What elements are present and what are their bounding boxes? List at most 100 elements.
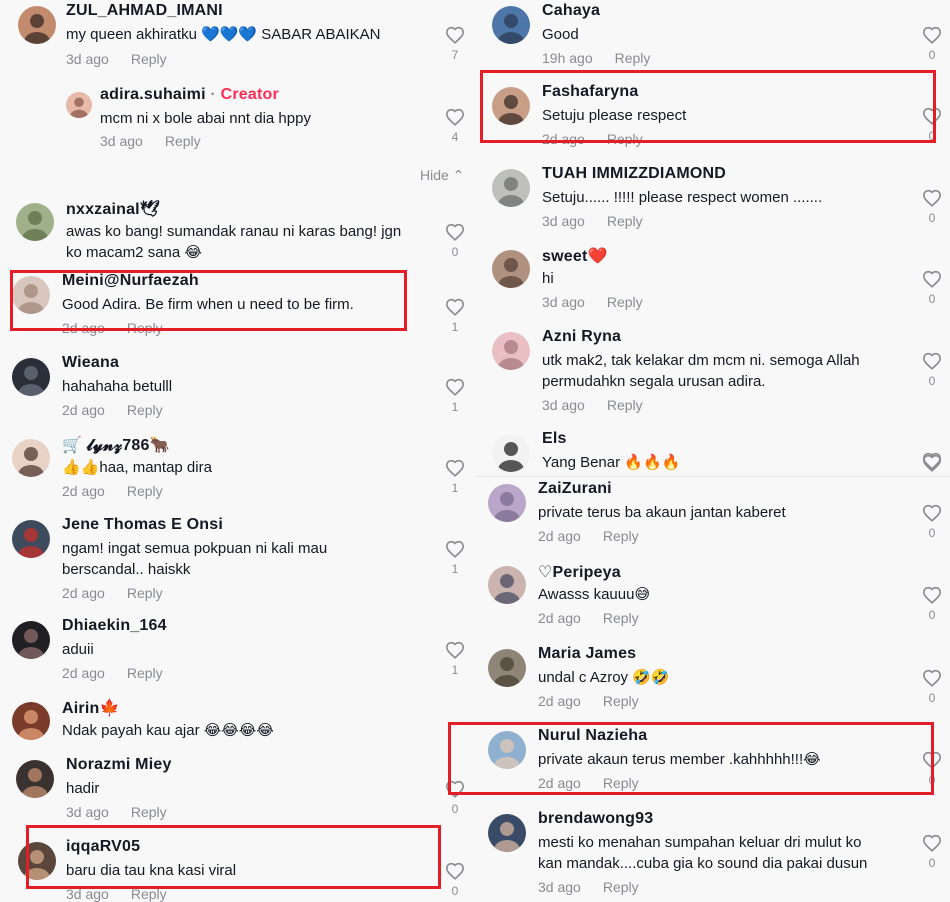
user-avatar[interactable] <box>12 520 50 558</box>
like-button[interactable]: 0 <box>920 834 944 870</box>
username-text[interactable]: Airin🍁 <box>62 700 120 717</box>
reply-button[interactable]: Reply <box>607 294 643 310</box>
username-text[interactable]: Fashafaryna <box>542 83 638 100</box>
like-button[interactable]: 0 <box>443 862 467 898</box>
username-text[interactable]: Azni Ryna <box>542 328 621 345</box>
user-avatar[interactable] <box>66 92 92 118</box>
comment-username[interactable]: brendawong93 <box>538 810 653 828</box>
comment-username[interactable]: adira.suhaimi · Creator <box>100 86 279 104</box>
heart-icon[interactable] <box>920 669 944 687</box>
comment-username[interactable]: iqqaRV05 <box>66 838 140 856</box>
username-text[interactable]: Cahaya <box>542 2 600 19</box>
hide-replies-button[interactable]: Hide ⌃ <box>420 167 464 184</box>
comment-username[interactable]: TUAH IMMIZZDIAMOND <box>542 165 726 183</box>
user-avatar[interactable] <box>488 814 526 852</box>
like-button[interactable]: 1 <box>443 641 467 677</box>
user-avatar[interactable] <box>488 484 526 522</box>
reply-button[interactable]: Reply <box>603 879 639 895</box>
username-text[interactable]: ZaiZurani <box>538 480 612 497</box>
heart-icon[interactable] <box>443 641 467 659</box>
like-button[interactable]: 0 <box>920 586 944 622</box>
reply-button[interactable]: Reply <box>127 402 163 418</box>
username-text[interactable]: Jene Thomas E Onsi <box>62 516 223 533</box>
like-button[interactable]: 0 <box>920 189 944 225</box>
user-avatar[interactable] <box>488 731 526 769</box>
reply-button[interactable]: Reply <box>603 610 639 626</box>
username-text[interactable]: Els <box>542 430 567 447</box>
comment-username[interactable]: ZUL_AHMAD_IMANI <box>66 2 223 20</box>
comment-username[interactable]: Nurul Nazieha <box>538 727 647 745</box>
heart-icon[interactable] <box>920 751 944 769</box>
like-button[interactable]: 1 <box>443 378 467 414</box>
reply-button[interactable]: Reply <box>603 693 639 709</box>
comment-username[interactable]: sweet❤️ <box>542 246 608 266</box>
user-avatar[interactable] <box>16 760 54 798</box>
reply-button[interactable]: Reply <box>127 320 163 336</box>
username-text[interactable]: Wieana <box>62 354 119 371</box>
reply-button[interactable]: Reply <box>607 397 643 413</box>
user-avatar[interactable] <box>12 702 50 740</box>
heart-icon[interactable] <box>920 26 944 44</box>
comment-username[interactable]: ZaiZurani <box>538 480 612 498</box>
heart-icon[interactable] <box>920 189 944 207</box>
user-avatar[interactable] <box>492 434 530 472</box>
comment-username[interactable]: Azni Ryna <box>542 328 621 346</box>
like-button[interactable]: 0 <box>443 780 467 816</box>
like-button[interactable]: 1 <box>443 540 467 576</box>
username-text[interactable]: 🛒 𝓵𝔂𝓷𝔃786🐂 <box>62 437 170 454</box>
heart-icon[interactable] <box>443 459 467 477</box>
reply-button[interactable]: Reply <box>603 528 639 544</box>
username-text[interactable]: Meini@Nurfaezah <box>62 272 199 289</box>
comment-username[interactable]: Dhiaekin_164 <box>62 617 167 635</box>
username-text[interactable]: TUAH IMMIZZDIAMOND <box>542 165 726 182</box>
username-text[interactable]: nxxzainal🕊 <box>66 201 160 218</box>
user-avatar[interactable] <box>12 439 50 477</box>
username-text[interactable]: brendawong93 <box>538 810 653 827</box>
like-button[interactable]: 0 <box>920 352 944 388</box>
comment-username[interactable]: Maria James <box>538 645 636 663</box>
reply-button[interactable]: Reply <box>165 133 201 149</box>
comment-username[interactable]: Jene Thomas E Onsi <box>62 516 223 534</box>
comment-username[interactable]: nxxzainal🕊 <box>66 199 160 219</box>
like-button[interactable]: 0 <box>443 223 467 259</box>
user-avatar[interactable] <box>12 621 50 659</box>
user-avatar[interactable] <box>12 276 50 314</box>
like-button[interactable]: 0 <box>920 26 944 62</box>
like-button[interactable]: 1 <box>443 459 467 495</box>
heart-icon[interactable] <box>920 107 944 125</box>
like-button[interactable]: 0 <box>920 504 944 540</box>
heart-icon[interactable] <box>443 223 467 241</box>
user-avatar[interactable] <box>18 842 56 880</box>
user-avatar[interactable] <box>492 169 530 207</box>
reply-button[interactable]: Reply <box>131 51 167 67</box>
user-avatar[interactable] <box>488 649 526 687</box>
user-avatar[interactable] <box>492 6 530 44</box>
user-avatar[interactable] <box>492 250 530 288</box>
heart-icon[interactable] <box>443 298 467 316</box>
heart-icon[interactable] <box>920 834 944 852</box>
comment-username[interactable]: 🛒 𝓵𝔂𝓷𝔃786🐂 <box>62 435 170 455</box>
username-text[interactable]: ZUL_AHMAD_IMANI <box>66 2 223 19</box>
username-text[interactable]: Dhiaekin_164 <box>62 617 167 634</box>
comment-username[interactable]: Meini@Nurfaezah <box>62 272 199 290</box>
username-text[interactable]: ♡Peripeya <box>538 564 621 581</box>
username-text[interactable]: adira.suhaimi <box>100 86 206 103</box>
comment-username[interactable]: ♡Peripeya <box>538 562 621 582</box>
heart-icon[interactable] <box>920 352 944 370</box>
like-button[interactable]: 4 <box>443 108 467 144</box>
reply-button[interactable]: Reply <box>603 775 639 791</box>
heart-icon[interactable] <box>920 586 944 604</box>
heart-icon[interactable] <box>920 270 944 288</box>
heart-icon[interactable] <box>443 862 467 880</box>
username-text[interactable]: Nurul Nazieha <box>538 727 647 744</box>
heart-icon[interactable] <box>443 108 467 126</box>
reply-button[interactable]: Reply <box>615 50 651 66</box>
reply-button[interactable]: Reply <box>607 213 643 229</box>
reply-button[interactable]: Reply <box>607 131 643 147</box>
like-button[interactable]: 0 <box>920 107 944 143</box>
like-button[interactable] <box>920 452 944 470</box>
heart-icon[interactable] <box>920 452 944 470</box>
user-avatar[interactable] <box>488 566 526 604</box>
reply-button[interactable]: Reply <box>131 804 167 820</box>
reply-button[interactable]: Reply <box>127 585 163 601</box>
